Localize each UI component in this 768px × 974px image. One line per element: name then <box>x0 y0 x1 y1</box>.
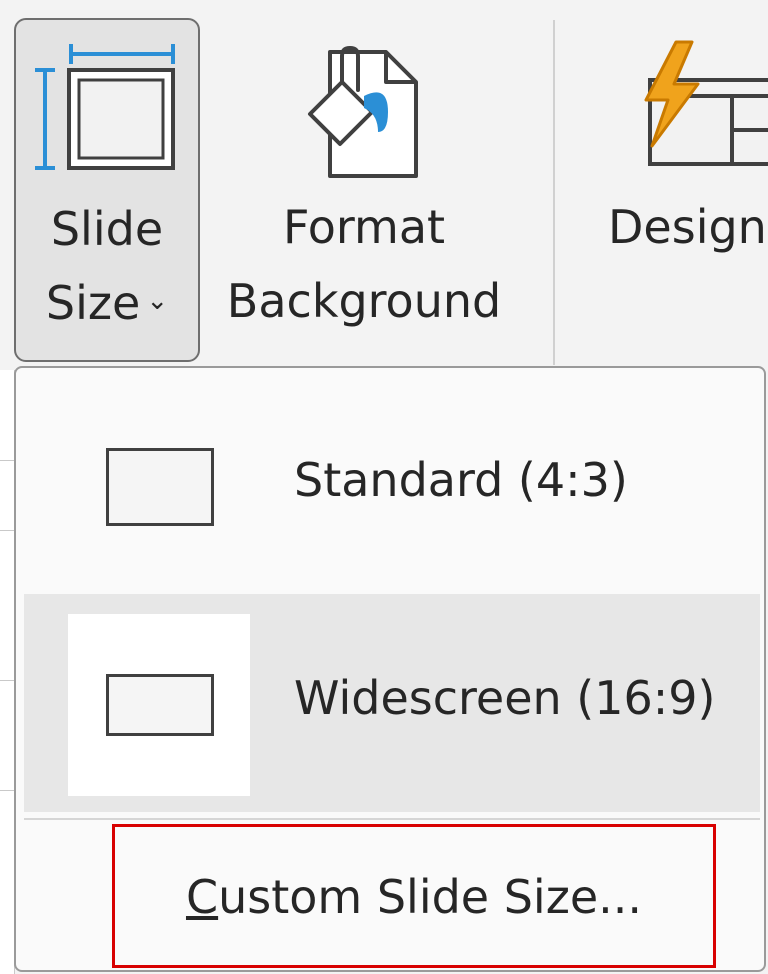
divider <box>0 790 14 791</box>
slide-size-label: Slide Size ⌄ <box>16 192 198 344</box>
menu-separator <box>24 818 760 820</box>
menu-item-label: Widescreen (16:9) <box>294 671 716 725</box>
menu-item-widescreen[interactable]: Widescreen (16:9) <box>24 594 760 812</box>
slide-size-button[interactable]: Slide Size ⌄ <box>14 18 200 362</box>
standard-slide-icon <box>68 396 250 578</box>
format-background-button[interactable]: Format Background <box>214 18 514 362</box>
custom-slide-size-label: Custom Slide Size... <box>185 870 643 924</box>
ribbon: Slide Size ⌄ Format Background Design <box>0 0 768 370</box>
accelerator-key: C <box>185 870 219 924</box>
custom-slide-size-item[interactable]: Custom Slide Size... <box>112 824 716 968</box>
designer-button[interactable]: Design <box>592 18 768 362</box>
designer-icon <box>592 30 768 180</box>
designer-label: Design <box>608 200 767 254</box>
background-content-strip <box>0 370 15 974</box>
format-background-icon <box>214 30 514 180</box>
divider <box>0 680 14 681</box>
format-background-label: Format Background <box>226 200 502 328</box>
divider <box>0 460 14 461</box>
slide-thumbnail <box>106 448 214 526</box>
ribbon-separator <box>553 20 555 365</box>
chevron-down-icon: ⌄ <box>146 285 169 316</box>
widescreen-slide-icon <box>68 614 250 796</box>
menu-item-standard[interactable]: Standard (4:3) <box>24 376 760 594</box>
slide-thumbnail <box>106 674 214 736</box>
menu-item-label: Standard (4:3) <box>294 453 628 507</box>
slide-size-dropdown: Standard (4:3) Widescreen (16:9) Custom … <box>14 366 766 972</box>
slide-size-icon <box>16 32 198 182</box>
divider <box>0 530 14 531</box>
